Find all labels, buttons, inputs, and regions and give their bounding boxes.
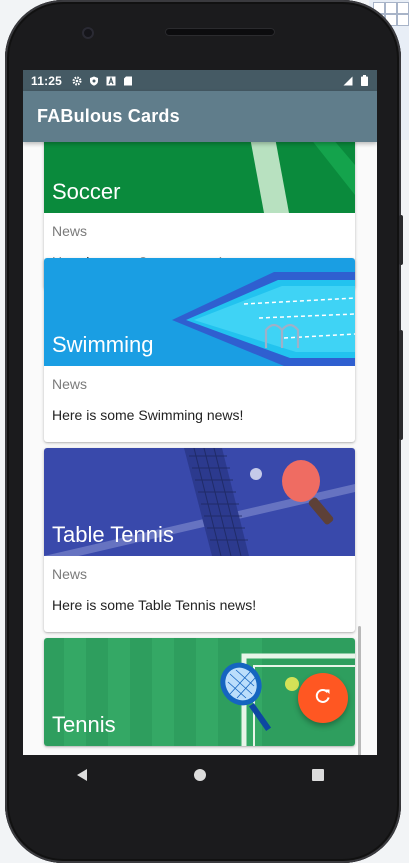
refresh-icon bbox=[314, 687, 332, 709]
app-title: FABulous Cards bbox=[37, 106, 180, 126]
nav-bar bbox=[23, 755, 377, 797]
home-icon bbox=[193, 767, 207, 786]
card-table-tennis[interactable]: Table Tennis News Here is some Table Ten… bbox=[44, 448, 355, 632]
sd-card-icon bbox=[123, 76, 133, 86]
card-title: Soccer bbox=[52, 179, 121, 204]
signal-icon bbox=[343, 76, 353, 86]
card-subtitle: News bbox=[52, 566, 88, 582]
recents-button[interactable] bbox=[298, 756, 338, 796]
card-subtitle: News bbox=[52, 376, 88, 392]
back-icon bbox=[75, 767, 89, 786]
table-tennis-image: Table Tennis bbox=[44, 448, 355, 556]
earpiece-speaker bbox=[165, 28, 275, 36]
front-camera bbox=[82, 27, 94, 39]
app-bar: FABulous Cards bbox=[23, 91, 377, 142]
settings-icon bbox=[72, 75, 82, 86]
status-bar: 11:25 bbox=[23, 70, 377, 91]
card-swimming[interactable]: Swimming News Here is some Swimming news… bbox=[44, 258, 355, 442]
battery-icon bbox=[359, 75, 369, 86]
back-button[interactable] bbox=[62, 756, 102, 796]
card-text: Here is some Table Tennis news! bbox=[52, 597, 257, 613]
card-title: Tennis bbox=[52, 712, 116, 737]
card-subtitle: News bbox=[52, 223, 88, 239]
card-title: Swimming bbox=[52, 332, 154, 357]
card-text: Here is some Swimming news! bbox=[52, 407, 244, 423]
scrollbar[interactable] bbox=[358, 626, 361, 755]
card-list[interactable]: Soccer News Here is some Soccer news! Sw… bbox=[23, 142, 377, 755]
soccer-image: Soccer bbox=[44, 142, 355, 213]
recents-icon bbox=[311, 767, 325, 786]
home-button[interactable] bbox=[180, 756, 220, 796]
shield-icon bbox=[89, 76, 99, 86]
swimming-image: Swimming bbox=[44, 258, 355, 366]
power-button[interactable] bbox=[399, 330, 403, 440]
refresh-fab[interactable] bbox=[298, 673, 348, 723]
status-time: 11:25 bbox=[31, 73, 63, 88]
device-screen: 11:25 FABulous Cards Soccer News Swimmin… bbox=[23, 70, 377, 755]
volume-button[interactable] bbox=[399, 215, 403, 265]
card-title: Table Tennis bbox=[52, 522, 174, 547]
a-icon bbox=[106, 75, 116, 86]
